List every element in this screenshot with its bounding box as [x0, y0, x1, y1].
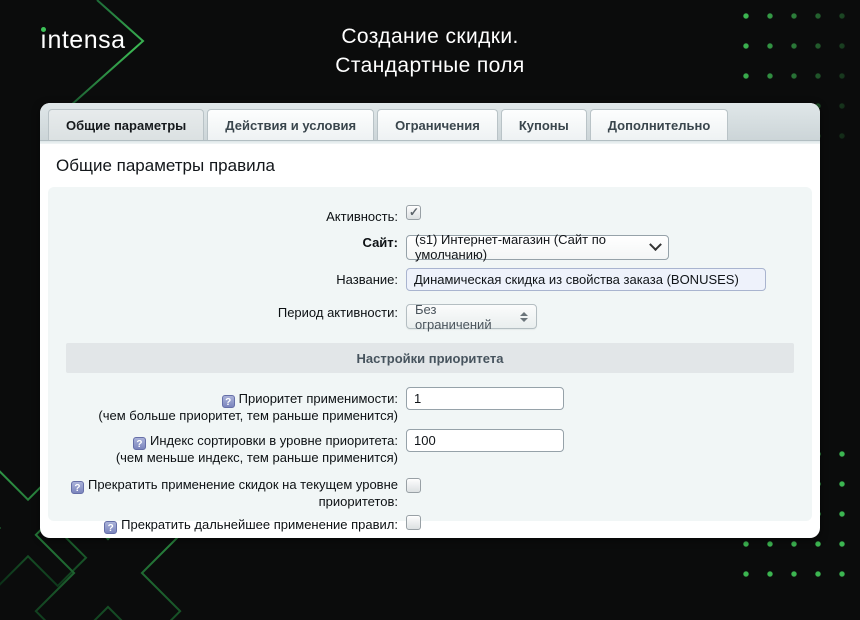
settings-panel: Общие параметры Действия и условия Огран… [40, 103, 820, 538]
page-title-line2: Стандартные поля [0, 51, 860, 80]
period-select-value: Без ограничений [415, 302, 512, 332]
priority-row: ? Приоритет применимости: (чем больше при… [48, 387, 812, 423]
help-icon[interactable]: ? [104, 521, 117, 534]
sort-index-input[interactable] [406, 429, 564, 452]
stop-level-label: ? Прекратить применение скидок на текущем… [48, 473, 406, 509]
stop-rules-label: ? Прекратить дальнейшее применение правил… [48, 513, 406, 535]
help-icon[interactable]: ? [71, 481, 84, 494]
name-row: Название: [48, 268, 812, 291]
activity-label: Активность: [48, 205, 406, 225]
stop-level-label-text: Прекратить применение скидок на текущем … [88, 477, 398, 509]
name-input[interactable] [406, 268, 766, 291]
page-title: Создание скидки. Стандартные поля [0, 22, 860, 80]
sort-index-row: ?Индекс сортировки в уровне приоритета: … [48, 429, 812, 465]
site-label: Сайт: [48, 231, 406, 260]
sort-index-label: ?Индекс сортировки в уровне приоритета: … [48, 429, 406, 465]
tab-restrictions[interactable]: Ограничения [377, 109, 498, 140]
stop-rules-row: ? Прекратить дальнейшее применение правил… [48, 513, 812, 535]
page-title-line1: Создание скидки. [0, 22, 860, 51]
tab-actions-conditions[interactable]: Действия и условия [207, 109, 374, 140]
priority-label: ? Приоритет применимости: (чем больше при… [48, 387, 406, 423]
form-section-title: Общие параметры правила [40, 144, 820, 187]
up-down-spinner-icon [520, 312, 528, 322]
site-row: Сайт: (s1) Интернет-магазин (Сайт по умо… [48, 231, 812, 260]
name-label: Название: [48, 268, 406, 291]
stop-rules-checkbox[interactable] [406, 515, 421, 530]
period-label: Период активности: [48, 301, 406, 330]
sort-index-label-text: Индекс сортировки в уровне приоритета: [150, 433, 398, 448]
period-select[interactable]: Без ограничений [406, 304, 537, 329]
priority-input[interactable] [406, 387, 564, 410]
chevron-down-icon [649, 238, 662, 251]
form-body: Активность: Сайт: (s1) Интернет-магазин … [48, 187, 812, 521]
activity-row: Активность: [48, 205, 812, 225]
activity-checkbox[interactable] [406, 205, 421, 220]
help-icon[interactable]: ? [222, 395, 235, 408]
priority-hint: (чем больше приоритет, тем раньше примен… [48, 408, 398, 423]
tab-bar: Общие параметры Действия и условия Огран… [40, 103, 820, 141]
priority-settings-header: Настройки приоритета [66, 343, 794, 373]
sort-index-hint: (чем меньше индекс, тем раньше применитс… [48, 450, 398, 465]
site-select[interactable]: (s1) Интернет-магазин (Сайт по умолчанию… [406, 235, 669, 260]
tab-additional[interactable]: Дополнительно [590, 109, 729, 140]
tab-coupons[interactable]: Купоны [501, 109, 587, 140]
period-row: Период активности: Без ограничений [48, 301, 812, 330]
stop-level-row: ? Прекратить применение скидок на текущем… [48, 473, 812, 509]
help-icon[interactable]: ? [133, 437, 146, 450]
stop-level-checkbox[interactable] [406, 478, 421, 493]
priority-label-text: Приоритет применимости: [239, 391, 398, 406]
tab-general-parameters[interactable]: Общие параметры [48, 109, 204, 140]
stop-rules-label-text: Прекратить дальнейшее применение правил: [121, 517, 398, 532]
site-select-value: (s1) Интернет-магазин (Сайт по умолчанию… [415, 232, 643, 262]
